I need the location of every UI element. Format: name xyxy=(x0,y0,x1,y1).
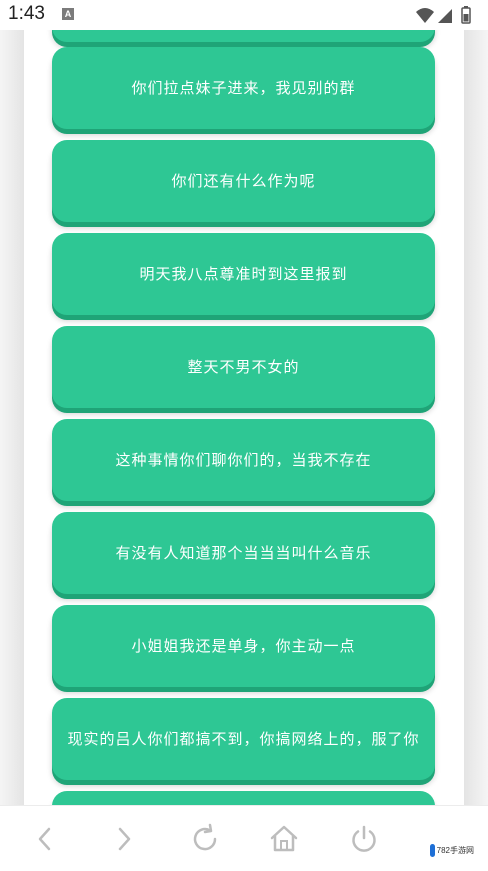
watermark: 782手游网 xyxy=(430,843,474,857)
message-card[interactable] xyxy=(52,791,435,805)
chevron-left-icon xyxy=(38,827,51,851)
message-text: 整天不男不女的 xyxy=(187,357,300,376)
watermark-logo-icon xyxy=(430,843,435,857)
message-text: 现实的吕人你们都搞不到，你搞网络上的，服了你 xyxy=(67,729,420,748)
signal-icon xyxy=(438,9,452,23)
power-button[interactable] xyxy=(347,822,381,856)
page-margin-right xyxy=(464,30,488,805)
page-margin-left xyxy=(0,30,24,805)
browser-nav-bar: 782手游网 xyxy=(0,805,488,871)
message-card[interactable]: 你们还有什么作为呢 xyxy=(52,140,435,222)
message-text: 你们拉点妹子进来，我见别的群 xyxy=(131,78,356,97)
message-card[interactable]: 明天我八点尊准时到这里报到 xyxy=(52,233,435,315)
power-icon xyxy=(352,825,376,852)
message-text: 小姐姐我还是单身，你主动一点 xyxy=(131,636,356,655)
message-card[interactable]: 现实的吕人你们都搞不到，你搞网络上的，服了你 xyxy=(52,698,435,780)
message-text: 明天我八点尊准时到这里报到 xyxy=(139,264,348,283)
status-icons xyxy=(414,5,478,25)
status-bar: 1:43 A xyxy=(0,0,488,30)
message-card[interactable]: 这种事情你们聊你们的，当我不存在 xyxy=(52,419,435,501)
home-button[interactable] xyxy=(267,822,301,856)
watermark-text: 782手游网 xyxy=(436,845,474,855)
home-icon xyxy=(270,825,298,852)
message-card[interactable] xyxy=(52,30,435,42)
message-list[interactable]: 你们拉点妹子进来，我见别的群 你们还有什么作为呢 明天我八点尊准时到这里报到 整… xyxy=(24,30,464,805)
message-card[interactable]: 整天不男不女的 xyxy=(52,326,435,408)
battery-icon xyxy=(461,6,471,24)
back-button[interactable] xyxy=(29,822,63,856)
refresh-icon xyxy=(193,823,217,851)
message-text: 你们还有什么作为呢 xyxy=(171,171,316,190)
chevron-right-icon xyxy=(118,827,131,851)
message-card[interactable]: 小姐姐我还是单身，你主动一点 xyxy=(52,605,435,687)
message-text: 有没有人知道那个当当当叫什么音乐 xyxy=(115,543,372,562)
notification-icon: A xyxy=(62,8,74,20)
wifi-icon xyxy=(416,8,434,23)
message-card[interactable]: 你们拉点妹子进来，我见别的群 xyxy=(52,47,435,129)
status-time: 1:43 xyxy=(8,3,45,24)
refresh-button[interactable] xyxy=(188,822,222,856)
message-text: 这种事情你们聊你们的，当我不存在 xyxy=(115,450,372,469)
forward-button[interactable] xyxy=(107,822,141,856)
message-card[interactable]: 有没有人知道那个当当当叫什么音乐 xyxy=(52,512,435,594)
